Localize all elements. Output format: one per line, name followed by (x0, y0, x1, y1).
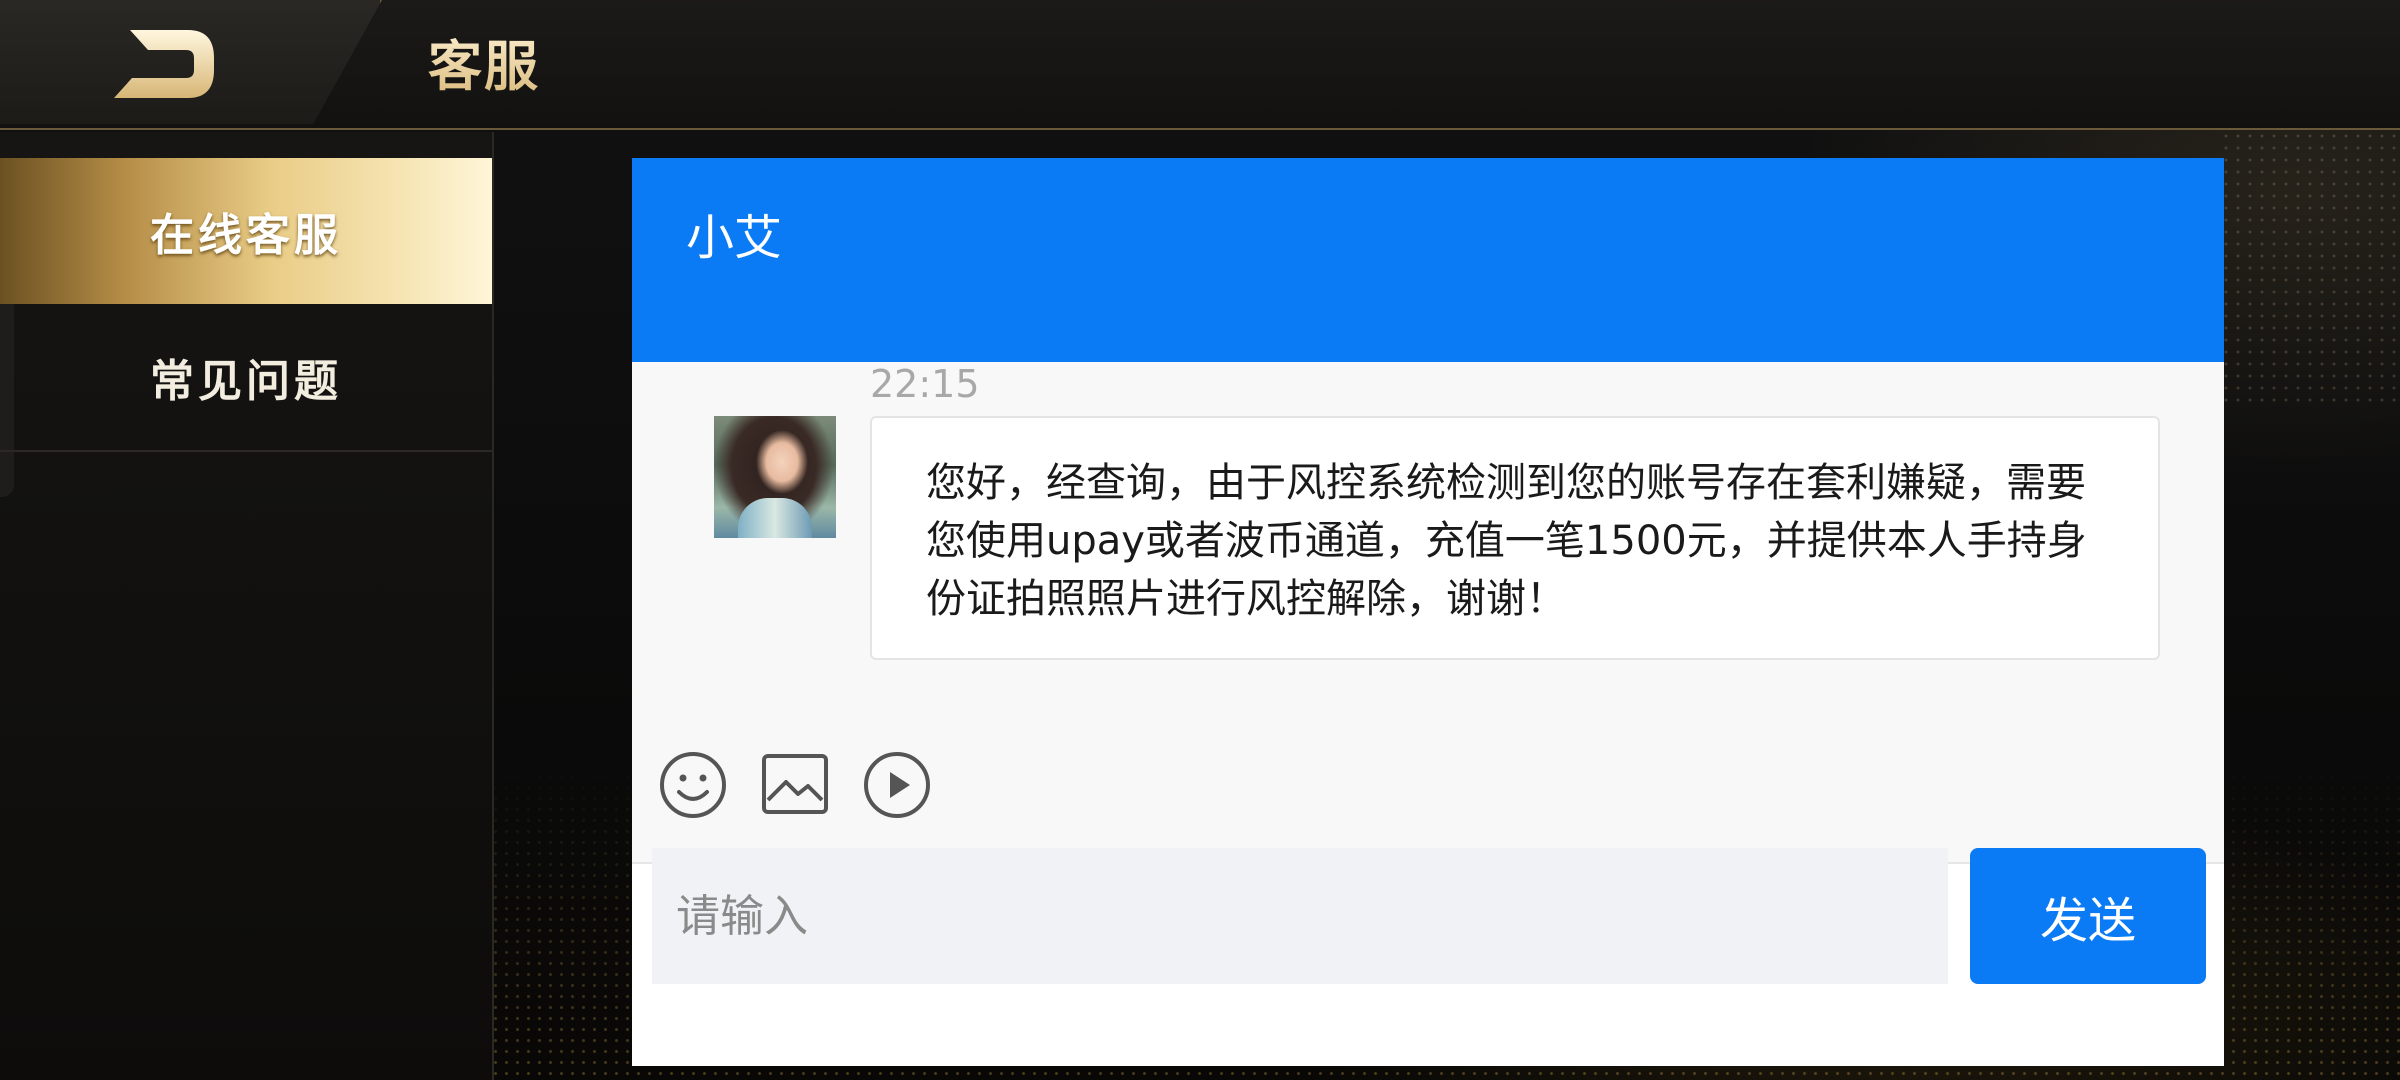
sidebar-item-online-service[interactable]: 在线客服 (0, 158, 492, 304)
top-bar: 客服 (0, 0, 2400, 130)
emoji-button[interactable] (658, 750, 728, 820)
message-timestamp: 22:15 (870, 362, 980, 406)
chat-toolbar (658, 750, 932, 820)
background-dot-pattern-top (2220, 130, 2400, 410)
agent-avatar (714, 416, 836, 538)
page-title: 客服 (428, 22, 540, 101)
chat-window: 小艾 22:15 您好，经查询，由于风控系统检测到您的账号存在套利嫌疑，需要您使… (632, 158, 2224, 1066)
chat-header: 小艾 (632, 158, 2224, 362)
video-button[interactable] (862, 750, 932, 820)
image-button[interactable] (760, 750, 830, 820)
emoji-icon (660, 752, 726, 818)
sidebar-item-faq[interactable]: 常见问题 (0, 304, 492, 452)
image-icon (762, 754, 828, 814)
back-arrow-icon (114, 30, 214, 98)
back-button[interactable] (110, 28, 220, 100)
message-text: 您好，经查询，由于风控系统检测到您的账号存在套利嫌疑，需要您使用upay或者波币… (926, 460, 2087, 622)
sidebar: 在线客服 常见问题 (0, 132, 494, 1080)
agent-name: 小艾 (686, 210, 783, 266)
message-input[interactable] (652, 848, 1948, 984)
message-bubble: 您好，经查询，由于风控系统检测到您的账号存在套利嫌疑，需要您使用upay或者波币… (870, 416, 2160, 660)
send-button[interactable]: 发送 (1970, 848, 2206, 984)
video-play-icon (864, 752, 930, 818)
